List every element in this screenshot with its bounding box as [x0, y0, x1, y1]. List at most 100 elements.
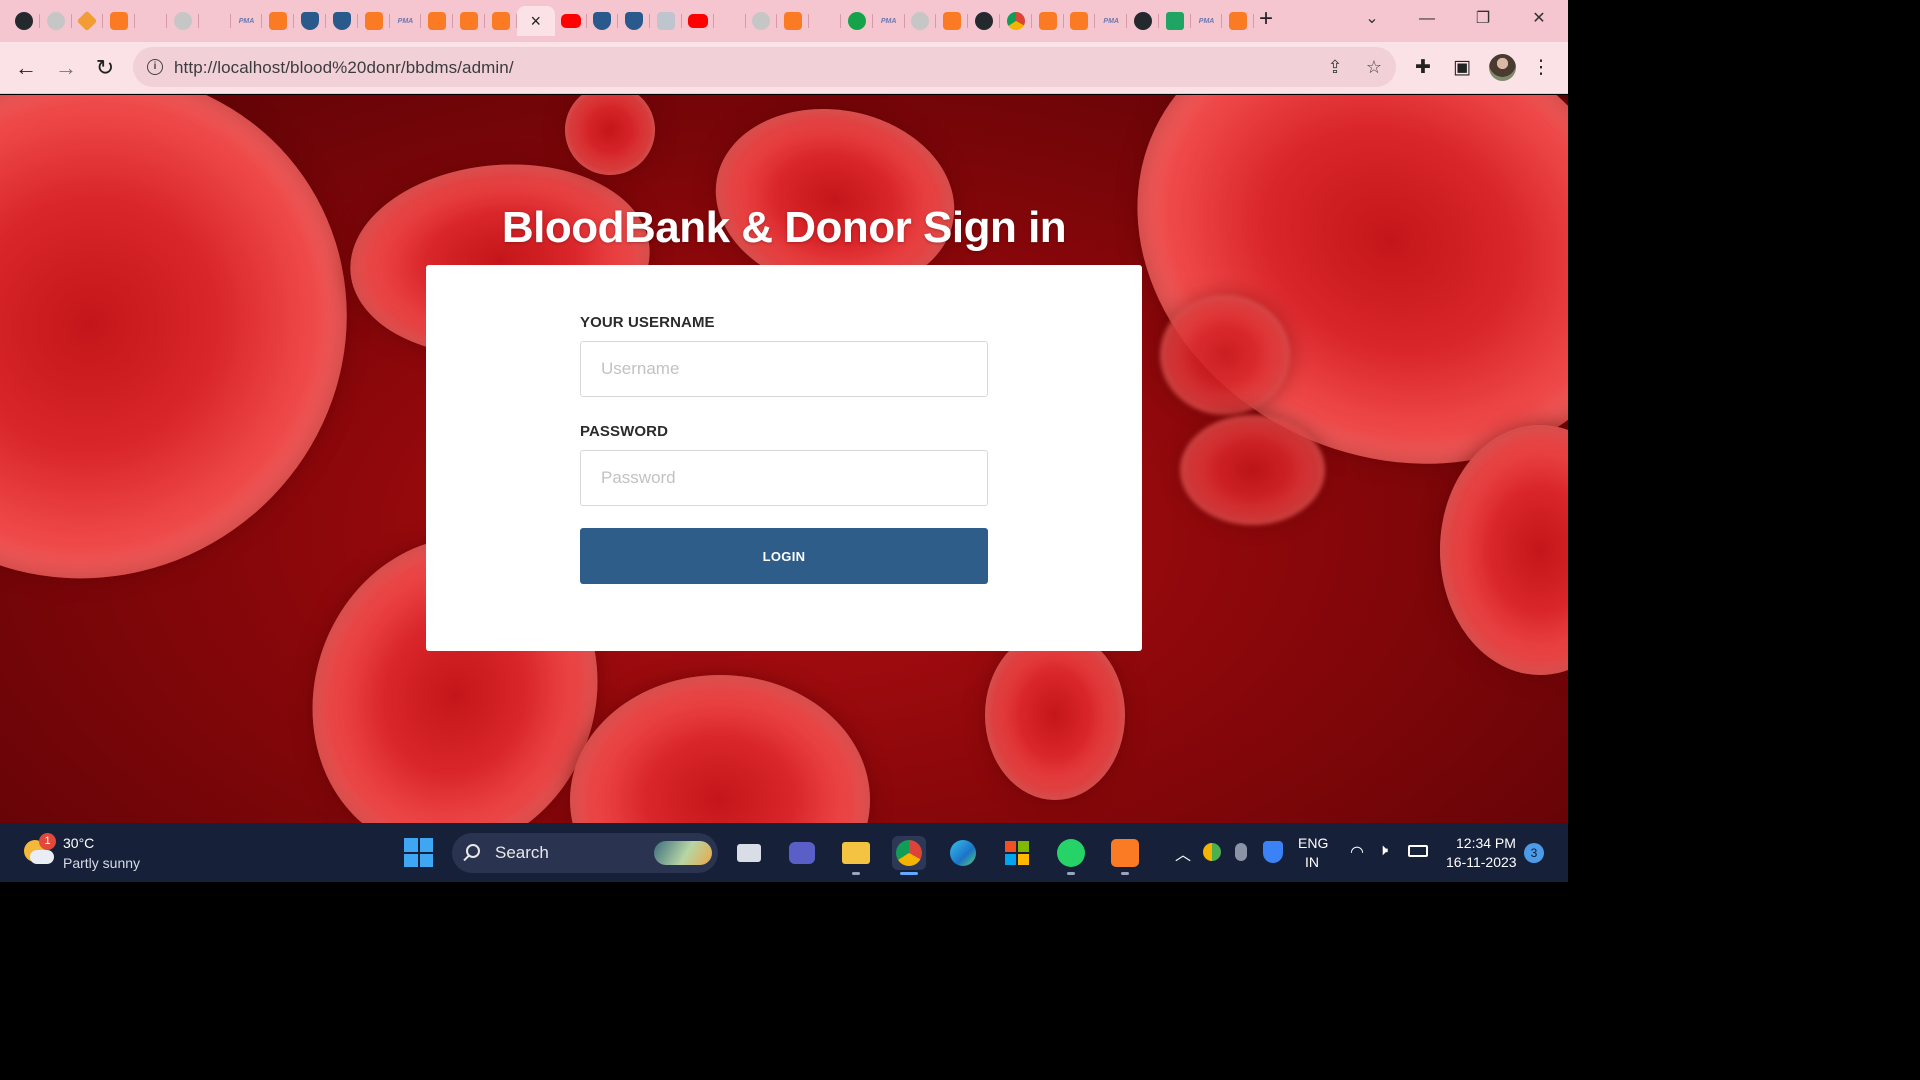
browser-tab[interactable]: PMA — [231, 6, 263, 36]
chrome-icon[interactable] — [892, 836, 926, 875]
site-info-icon[interactable]: i — [147, 59, 163, 75]
browser-tab[interactable] — [199, 6, 231, 36]
username-input[interactable] — [580, 341, 988, 397]
browser-tab[interactable] — [650, 6, 682, 36]
browser-tab[interactable] — [682, 6, 714, 36]
profile-avatar[interactable] — [1489, 54, 1516, 81]
browser-tab-strip: PMA PMA × PMA PMA PMA + ⌄ — ❐ ✕ — [0, 0, 1568, 42]
teams-meet-icon[interactable] — [785, 836, 819, 870]
browser-tab[interactable] — [714, 6, 746, 36]
browser-tab[interactable] — [905, 6, 937, 36]
tray-security-icon[interactable] — [1235, 843, 1247, 861]
browser-tab[interactable] — [103, 6, 135, 36]
task-view-icon[interactable] — [732, 836, 766, 870]
url-text[interactable]: http://localhost/blood%20donr/bbdms/admi… — [174, 58, 514, 78]
browser-tab[interactable] — [485, 6, 517, 36]
browser-tab[interactable] — [809, 6, 841, 36]
whatsapp-icon[interactable] — [1054, 836, 1088, 875]
extensions-icon[interactable]: ✚ — [1410, 55, 1436, 81]
tab-search-chevron-down-icon[interactable]: ⌄ — [1357, 6, 1387, 32]
wifi-icon[interactable]: ◠ — [1350, 842, 1364, 862]
menu-kebab-icon[interactable]: ⋮ — [1528, 55, 1554, 81]
browser-tab[interactable] — [453, 6, 485, 36]
weather-condition[interactable]: Partly sunny — [63, 855, 140, 871]
share-icon[interactable]: ⇪ — [1324, 56, 1346, 78]
microsoft-store-icon[interactable] — [1000, 836, 1034, 870]
youtube-icon — [687, 14, 708, 28]
xampp-icon — [269, 12, 288, 30]
pen-icon — [142, 12, 160, 30]
browser-toolbar: ← → ↻ i http://localhost/blood%20donr/bb… — [0, 42, 1568, 94]
bookmark-star-icon[interactable]: ☆ — [1363, 56, 1385, 78]
browser-tab[interactable] — [326, 6, 358, 36]
password-input[interactable] — [580, 450, 988, 506]
weather-badge: 1 — [39, 833, 56, 850]
show-hidden-icons-chevron-up-icon[interactable]: ︿ — [1175, 841, 1191, 865]
blood-cell-image — [1180, 415, 1325, 525]
browser-tab[interactable] — [40, 6, 72, 36]
speaker-muted-icon[interactable]: 🕨 — [1378, 842, 1388, 860]
minimize-button[interactable]: — — [1412, 6, 1442, 32]
browser-tab[interactable] — [968, 6, 1000, 36]
browser-tab[interactable]: PMA — [1095, 6, 1127, 36]
page-title: BloodBank & Donor Sign in — [501, 203, 1067, 252]
cloud-icon — [30, 850, 54, 864]
browser-tab[interactable]: PMA — [873, 6, 905, 36]
login-button[interactable]: LOGIN — [580, 528, 988, 584]
active-tab[interactable]: × — [516, 6, 555, 36]
back-button[interactable]: ← — [12, 54, 40, 82]
browser-tab[interactable] — [135, 6, 167, 36]
address-bar[interactable]: i http://localhost/blood%20donr/bbdms/ad… — [133, 47, 1396, 87]
xampp-icon — [784, 12, 803, 30]
browser-tab[interactable] — [72, 6, 104, 36]
pen-icon — [721, 12, 739, 30]
browser-tab[interactable] — [936, 6, 968, 36]
browser-tab[interactable] — [294, 6, 326, 36]
reload-button[interactable]: ↻ — [91, 54, 119, 82]
browser-tab[interactable] — [777, 6, 809, 36]
browser-tab[interactable] — [167, 6, 199, 36]
new-tab-button[interactable]: + — [1254, 7, 1278, 32]
battery-icon[interactable] — [1408, 845, 1428, 857]
github-icon — [975, 12, 993, 30]
browser-tab[interactable] — [587, 6, 619, 36]
browser-tab[interactable] — [746, 6, 778, 36]
close-icon[interactable]: × — [530, 11, 541, 32]
clock-time[interactable]: 12:34 PM — [1456, 835, 1516, 851]
browser-tab[interactable] — [1000, 6, 1032, 36]
file-explorer-icon[interactable] — [839, 836, 873, 875]
tray-app-icon[interactable] — [1203, 843, 1221, 861]
browser-tab[interactable] — [1222, 6, 1255, 36]
window-close-button[interactable]: ✕ — [1524, 6, 1554, 32]
edge-icon[interactable] — [946, 836, 980, 870]
language-secondary[interactable]: IN — [1305, 854, 1319, 870]
clock-date[interactable]: 16-11-2023 — [1446, 854, 1517, 870]
browser-tab[interactable]: PMA — [390, 6, 422, 36]
browser-tab[interactable] — [8, 6, 40, 36]
browser-tab[interactable] — [618, 6, 650, 36]
browser-tab[interactable] — [1064, 6, 1096, 36]
shield-icon — [593, 12, 612, 30]
browser-tab[interactable] — [1159, 6, 1191, 36]
browser-tab[interactable] — [841, 6, 873, 36]
defender-shield-icon[interactable] — [1263, 841, 1283, 863]
start-windows-icon[interactable] — [404, 838, 433, 867]
taskbar-search[interactable]: Search — [452, 833, 718, 873]
browser-tab[interactable] — [421, 6, 453, 36]
restore-button[interactable]: ❐ — [1468, 6, 1498, 32]
forward-button[interactable]: → — [52, 54, 80, 82]
blood-cell-image — [985, 630, 1125, 800]
browser-tab[interactable] — [555, 6, 587, 36]
xampp-icon[interactable] — [1108, 836, 1142, 875]
browser-tab[interactable] — [358, 6, 390, 36]
diamond-icon — [77, 10, 98, 32]
weather-temperature[interactable]: 30°C — [63, 835, 94, 851]
browser-tab[interactable]: PMA — [1191, 6, 1223, 36]
browser-tab[interactable] — [1032, 6, 1064, 36]
side-panel-icon[interactable]: ▣ — [1449, 55, 1475, 81]
browser-tab[interactable] — [1127, 6, 1159, 36]
browser-tab[interactable] — [262, 6, 294, 36]
chrome-icon — [1006, 12, 1025, 30]
language-primary[interactable]: ENG — [1298, 835, 1328, 851]
notification-badge[interactable]: 3 — [1524, 843, 1544, 863]
